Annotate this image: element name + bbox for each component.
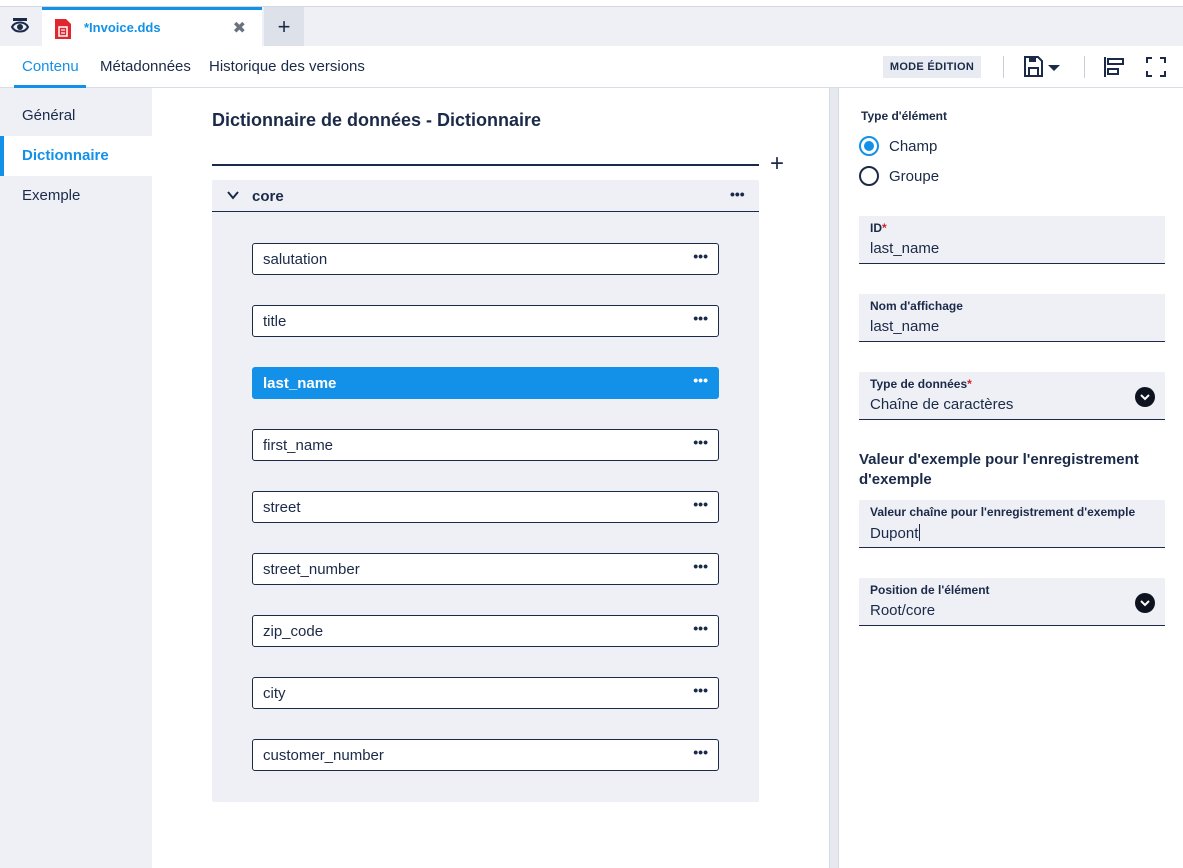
page-title: Dictionnaire de données - Dictionnaire: [212, 110, 542, 130]
field-menu-button[interactable]: •••: [693, 682, 708, 698]
example-section-heading: Valeur d'exemple pour l'enregistrement d…: [859, 451, 1139, 488]
field-menu-button[interactable]: •••: [693, 310, 708, 326]
edit-mode-badge: MODE ÉDITION: [883, 56, 981, 78]
field-menu-button[interactable]: •••: [693, 496, 708, 512]
properties-panel: Type d'élément Champ Groupe ID* last_nam…: [839, 88, 1183, 868]
content-toolbar: Contenu Métadonnées Historique des versi…: [0, 46, 1183, 88]
field-item[interactable]: street •••: [252, 491, 719, 523]
chevron-down-icon[interactable]: [1135, 593, 1155, 613]
tab-metadonnees[interactable]: Métadonnées: [100, 58, 191, 75]
field-label: street: [263, 499, 301, 516]
group-menu-button[interactable]: •••: [730, 186, 745, 202]
field-label: zip_code: [263, 623, 324, 640]
field-menu-button[interactable]: •••: [693, 558, 708, 574]
display-name-field[interactable]: Nom d'affichage last_name: [859, 294, 1165, 342]
data-type-select[interactable]: Type de données* Chaîne de caractères: [859, 372, 1165, 420]
panel-splitter[interactable]: [829, 88, 839, 868]
group-label: core: [252, 188, 284, 205]
radio-champ-label[interactable]: Champ: [889, 138, 937, 155]
field-item-selected[interactable]: last_name •••: [252, 367, 719, 399]
dds-file-icon: [54, 18, 72, 45]
nav-item-exemple[interactable]: Exemple: [0, 176, 152, 216]
field-item[interactable]: first_name •••: [252, 429, 719, 461]
tab-title: *Invoice.dds: [84, 20, 161, 35]
required-marker: *: [882, 221, 887, 235]
radio-groupe[interactable]: [859, 166, 879, 186]
example-value-input[interactable]: Dupont: [870, 524, 921, 542]
field-menu-button[interactable]: •••: [693, 744, 708, 760]
field-label: city: [263, 685, 286, 702]
element-type-label: Type d'élément: [861, 109, 947, 123]
group-core: core ••• salutation ••• title ••• last_n…: [212, 180, 759, 802]
field-label: salutation: [263, 251, 328, 268]
title-divider: [212, 164, 759, 166]
display-name-value[interactable]: last_name: [870, 318, 939, 335]
display-name-label: Nom d'affichage: [870, 299, 963, 313]
field-item[interactable]: zip_code •••: [252, 615, 719, 647]
field-label: street_number: [263, 561, 360, 578]
data-type-label: Type de données*: [870, 377, 972, 391]
example-value-label: Valeur chaîne pour l'enregistrement d'ex…: [870, 505, 1136, 519]
field-item[interactable]: city •••: [252, 677, 719, 709]
id-value[interactable]: last_name: [870, 240, 939, 257]
toolbar-divider: [1084, 56, 1085, 78]
tab-contenu[interactable]: Contenu: [22, 58, 79, 75]
field-menu-button[interactable]: •••: [693, 248, 708, 264]
field-menu-button[interactable]: •••: [693, 434, 708, 450]
field-menu-button[interactable]: •••: [693, 620, 708, 636]
close-tab-icon[interactable]: ✖: [233, 18, 246, 38]
element-position-select[interactable]: Position de l'élément Root/core: [859, 578, 1165, 626]
tab-historique[interactable]: Historique des versions: [209, 58, 365, 75]
element-position-value: Root/core: [870, 602, 936, 619]
data-type-value: Chaîne de caractères: [870, 396, 1014, 413]
field-item[interactable]: street_number •••: [252, 553, 719, 585]
text-cursor: [919, 524, 921, 541]
required-marker: *: [967, 377, 972, 391]
radio-groupe-label[interactable]: Groupe: [889, 168, 939, 185]
example-value-field[interactable]: Valeur chaîne pour l'enregistrement d'ex…: [859, 500, 1165, 548]
tab-strip: *Invoice.dds ✖ +: [0, 6, 1183, 47]
radio-champ[interactable]: [859, 136, 879, 156]
section-nav: Général Dictionnaire Exemple: [0, 88, 152, 868]
save-dropdown-icon[interactable]: [1022, 54, 1062, 85]
dictionary-editor: Dictionnaire de données - Dictionnaire +…: [152, 88, 829, 868]
field-label: last_name: [263, 375, 337, 392]
field-label: first_name: [263, 437, 334, 454]
id-field[interactable]: ID* last_name: [859, 216, 1165, 264]
fullscreen-icon[interactable]: [1144, 54, 1168, 85]
preview-eye-icon[interactable]: [0, 7, 40, 47]
document-tab[interactable]: *Invoice.dds ✖: [42, 7, 262, 47]
toolbar-divider: [1003, 56, 1004, 78]
field-item[interactable]: customer_number •••: [252, 739, 719, 771]
new-tab-button[interactable]: +: [264, 7, 304, 47]
chevron-down-icon[interactable]: [226, 188, 240, 207]
id-label: ID*: [870, 221, 887, 235]
field-item[interactable]: title •••: [252, 305, 719, 337]
field-menu-button[interactable]: •••: [693, 372, 708, 388]
field-label: title: [263, 313, 287, 330]
add-element-button[interactable]: +: [770, 150, 784, 178]
chevron-down-icon[interactable]: [1135, 387, 1155, 407]
nav-item-general[interactable]: Général: [0, 96, 152, 136]
field-item[interactable]: salutation •••: [252, 243, 719, 275]
group-header[interactable]: core •••: [212, 180, 759, 212]
nav-item-dictionnaire[interactable]: Dictionnaire: [0, 136, 152, 176]
element-position-label: Position de l'élément: [870, 583, 990, 597]
field-label: customer_number: [263, 747, 384, 764]
align-left-icon[interactable]: [1103, 54, 1127, 85]
